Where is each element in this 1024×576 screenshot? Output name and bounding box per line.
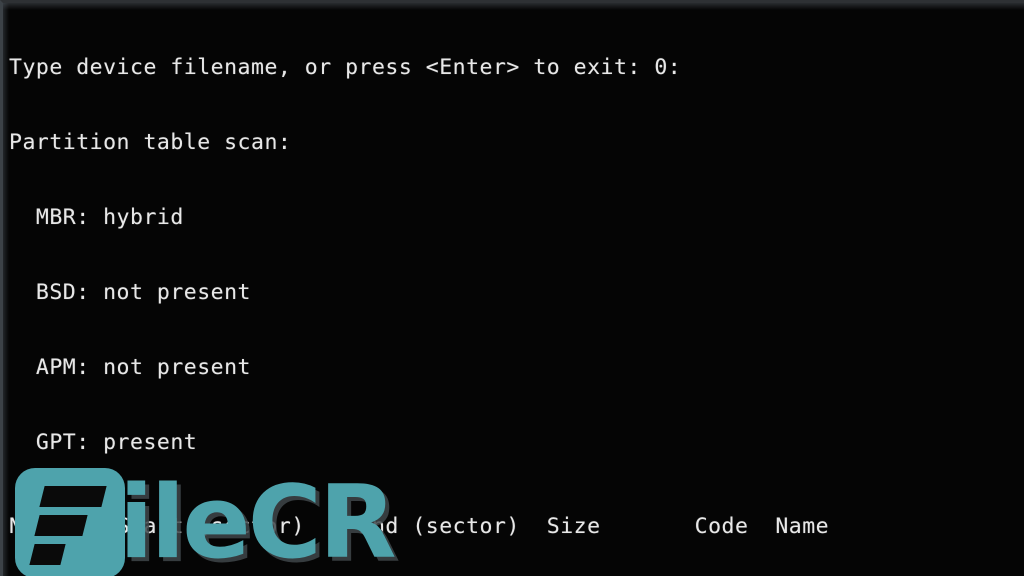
output-line-partition-scan-header: Partition table scan: (9, 130, 292, 155)
output-line-mbr: MBR: hybrid (9, 205, 184, 230)
partition-table-header: Number Start (sector) End (sector) Size … (9, 514, 830, 539)
output-line-device-prompt: Type device filename, or press <Enter> t… (9, 55, 682, 80)
partition-table: Number Start (sector) End (sector) Size … (9, 464, 1024, 576)
output-line-bsd: BSD: not present (9, 280, 251, 305)
output-line-apm: APM: not present (9, 355, 251, 380)
terminal-window: Type device filename, or press <Enter> t… (0, 0, 1024, 576)
output-line-gpt: GPT: present (9, 430, 198, 455)
